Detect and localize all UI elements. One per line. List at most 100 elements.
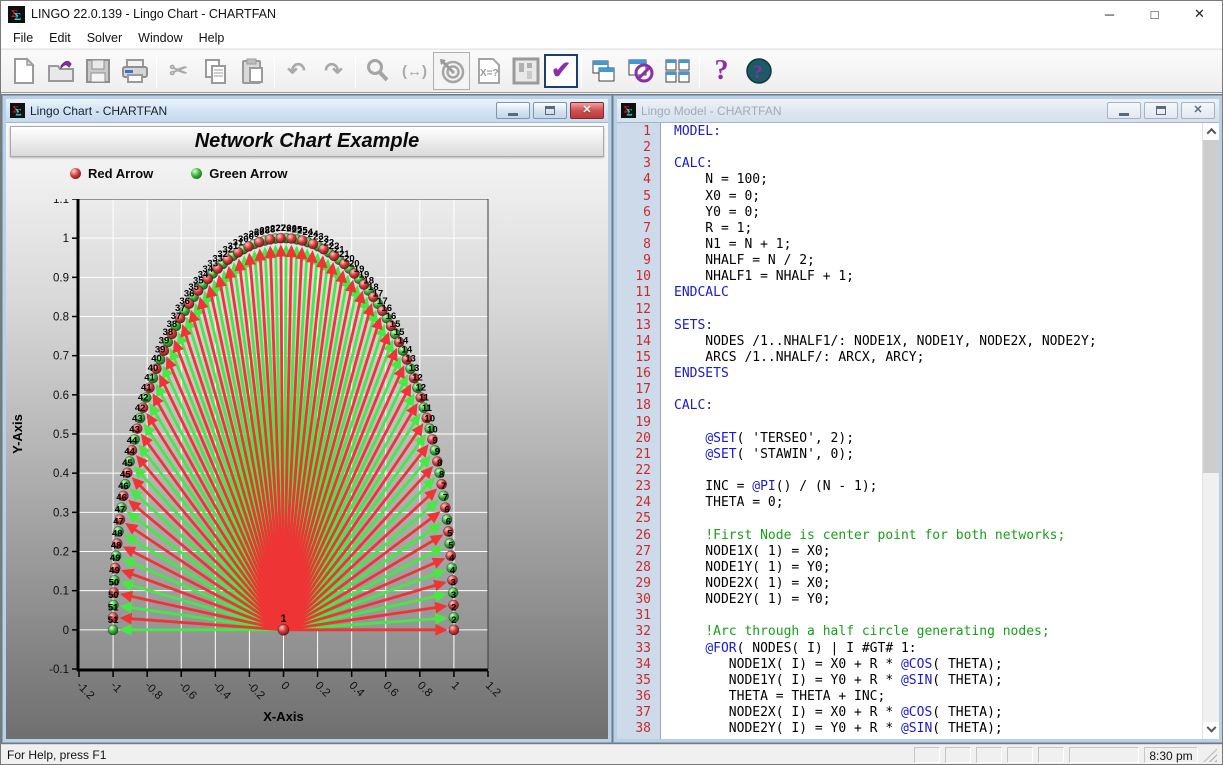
code-line[interactable]: MODEL: — [674, 124, 1202, 140]
code-line[interactable] — [674, 140, 1202, 156]
red-node[interactable] — [449, 625, 459, 635]
code-line[interactable]: NODES /1..NHALF1/: NODE1X, NODE1Y, NODE2… — [674, 334, 1202, 350]
y-axis-title: Y-Axis — [10, 414, 25, 454]
solve-button[interactable] — [433, 52, 470, 90]
center-node[interactable] — [278, 624, 289, 635]
code-line[interactable]: ENDCALC — [674, 285, 1202, 301]
code-line[interactable]: THETA = THETA + INC; — [674, 689, 1202, 705]
help-button[interactable]: ? — [703, 52, 740, 90]
line-number: 38 — [617, 721, 660, 737]
syntax-check-button[interactable]: ✔ — [544, 54, 578, 88]
menu-file[interactable]: File — [5, 29, 41, 47]
open-file-button[interactable] — [42, 52, 79, 90]
resize-grip-icon[interactable] — [1203, 748, 1217, 762]
line-number: 29 — [617, 576, 660, 592]
redo-button[interactable]: ↷ — [315, 52, 352, 90]
chart-close-button[interactable]: ✕ — [570, 102, 604, 119]
solution-button[interactable]: X=? — [470, 52, 507, 90]
line-number: 31 — [617, 608, 660, 624]
cascade-windows-button[interactable] — [585, 52, 622, 90]
code-line[interactable]: NODE2Y( 1) = Y0; — [674, 592, 1202, 608]
code-editor[interactable]: 1234567891011121314151617181920212223242… — [617, 123, 1219, 739]
tile-windows-button[interactable] — [659, 52, 696, 90]
close-all-windows-button[interactable] — [622, 52, 659, 90]
svg-text:?: ? — [753, 62, 763, 83]
code-line[interactable]: R = 1; — [674, 221, 1202, 237]
code-line[interactable]: CALC: — [674, 398, 1202, 414]
code-line[interactable] — [674, 463, 1202, 479]
code-line[interactable]: THETA = 0; — [674, 495, 1202, 511]
code-line[interactable]: CALC: — [674, 156, 1202, 172]
code-line[interactable]: Y0 = 0; — [674, 205, 1202, 221]
find-button[interactable] — [359, 52, 396, 90]
save-button[interactable] — [79, 52, 116, 90]
scroll-down-button[interactable] — [1203, 722, 1219, 739]
scroll-up-button[interactable] — [1203, 123, 1219, 140]
code-line[interactable]: SETS: — [674, 318, 1202, 334]
code-line[interactable]: INC = @PI() / (N - 1); — [674, 479, 1202, 495]
line-number: 18 — [617, 398, 660, 414]
copy-button[interactable] — [197, 52, 234, 90]
code-line[interactable] — [674, 608, 1202, 624]
code-line[interactable]: @SET( 'STAWIN', 0); — [674, 447, 1202, 463]
chart-maximize-button[interactable] — [533, 102, 567, 119]
code-line[interactable]: !Arc through a half circle generating no… — [674, 624, 1202, 640]
code-line[interactable] — [674, 382, 1202, 398]
red-node[interactable] — [276, 233, 286, 243]
chart-window-title-bar[interactable]: ΣΣ Lingo Chart - CHARTFAN ✕ — [6, 99, 608, 123]
match-parenthesis-button[interactable]: (↔) — [396, 52, 433, 90]
print-button[interactable] — [116, 52, 153, 90]
code-line[interactable]: NODE1Y( I) = Y0 + R * @SIN( THETA); — [674, 673, 1202, 689]
new-file-button[interactable] — [5, 52, 42, 90]
code-line[interactable]: NODE1X( 1) = X0; — [674, 544, 1202, 560]
code-line[interactable]: @SET( 'TERSEO', 2); — [674, 431, 1202, 447]
cut-button[interactable]: ✂ — [160, 52, 197, 90]
minimize-button[interactable]: ─ — [1087, 1, 1132, 27]
model-window-title-bar[interactable]: ΣΣ Lingo Model - CHARTFAN ✕ — [617, 99, 1219, 123]
code-line[interactable]: NODE2X( I) = X0 + R * @COS( THETA); — [674, 705, 1202, 721]
chart-legend: Red Arrow Green Arrow — [70, 166, 608, 181]
code-line[interactable]: NODE1Y( 1) = Y0; — [674, 560, 1202, 576]
code-line[interactable]: NHALF = N / 2; — [674, 253, 1202, 269]
code-line[interactable]: NODE1X( I) = X0 + R * @COS( THETA); — [674, 657, 1202, 673]
code-line[interactable]: NODE2X( 1) = X0; — [674, 576, 1202, 592]
node-label: 6 — [444, 504, 449, 515]
model-minimize-button[interactable] — [1107, 102, 1141, 119]
model-close-button[interactable]: ✕ — [1181, 102, 1215, 119]
code-text-area[interactable]: MODEL: CALC: N = 100; X0 = 0; Y0 = 0; R =… — [661, 123, 1202, 739]
menu-edit[interactable]: Edit — [41, 29, 79, 47]
chart-minimize-button[interactable] — [496, 102, 530, 119]
paste-button[interactable] — [234, 52, 271, 90]
maximize-button[interactable]: □ — [1132, 1, 1177, 27]
code-line[interactable]: ARCS /1..NHALF/: ARCX, ARCY; — [674, 350, 1202, 366]
code-line[interactable]: X0 = 0; — [674, 189, 1202, 205]
picture-button[interactable] — [507, 52, 544, 90]
y-tick-label: 1.1 — [53, 199, 69, 206]
code-line[interactable]: NHALF1 = NHALF + 1; — [674, 269, 1202, 285]
about-button[interactable]: ? — [740, 52, 777, 90]
code-line[interactable]: N = 100; — [674, 172, 1202, 188]
node-label: 45 — [120, 469, 131, 480]
scrollbar-thumb[interactable] — [1203, 140, 1219, 473]
code-line[interactable]: @FOR( NODES( I) | I #GT# 1: — [674, 641, 1202, 657]
code-line[interactable] — [674, 415, 1202, 431]
code-line[interactable] — [674, 302, 1202, 318]
code-line[interactable]: N1 = N + 1; — [674, 237, 1202, 253]
vertical-scrollbar[interactable] — [1202, 123, 1219, 739]
line-number: 34 — [617, 657, 660, 673]
code-line[interactable]: !First Node is center point for both net… — [674, 528, 1202, 544]
code-line[interactable] — [674, 511, 1202, 527]
close-button[interactable]: ✕ — [1177, 1, 1222, 27]
code-line[interactable]: ENDSETS — [674, 366, 1202, 382]
menu-window[interactable]: Window — [130, 29, 190, 47]
code-line[interactable]: NODE2Y( I) = Y0 + R * @SIN( THETA); — [674, 721, 1202, 737]
undo-button[interactable]: ↶ — [278, 52, 315, 90]
line-number: 35 — [617, 673, 660, 689]
menu-solver[interactable]: Solver — [79, 29, 130, 47]
green-node[interactable] — [108, 625, 118, 635]
status-cell — [914, 747, 940, 763]
model-maximize-button[interactable] — [1144, 102, 1178, 119]
center-node-label: 1 — [280, 613, 286, 625]
menu-help[interactable]: Help — [191, 29, 233, 47]
node-label: 8 — [439, 469, 444, 480]
